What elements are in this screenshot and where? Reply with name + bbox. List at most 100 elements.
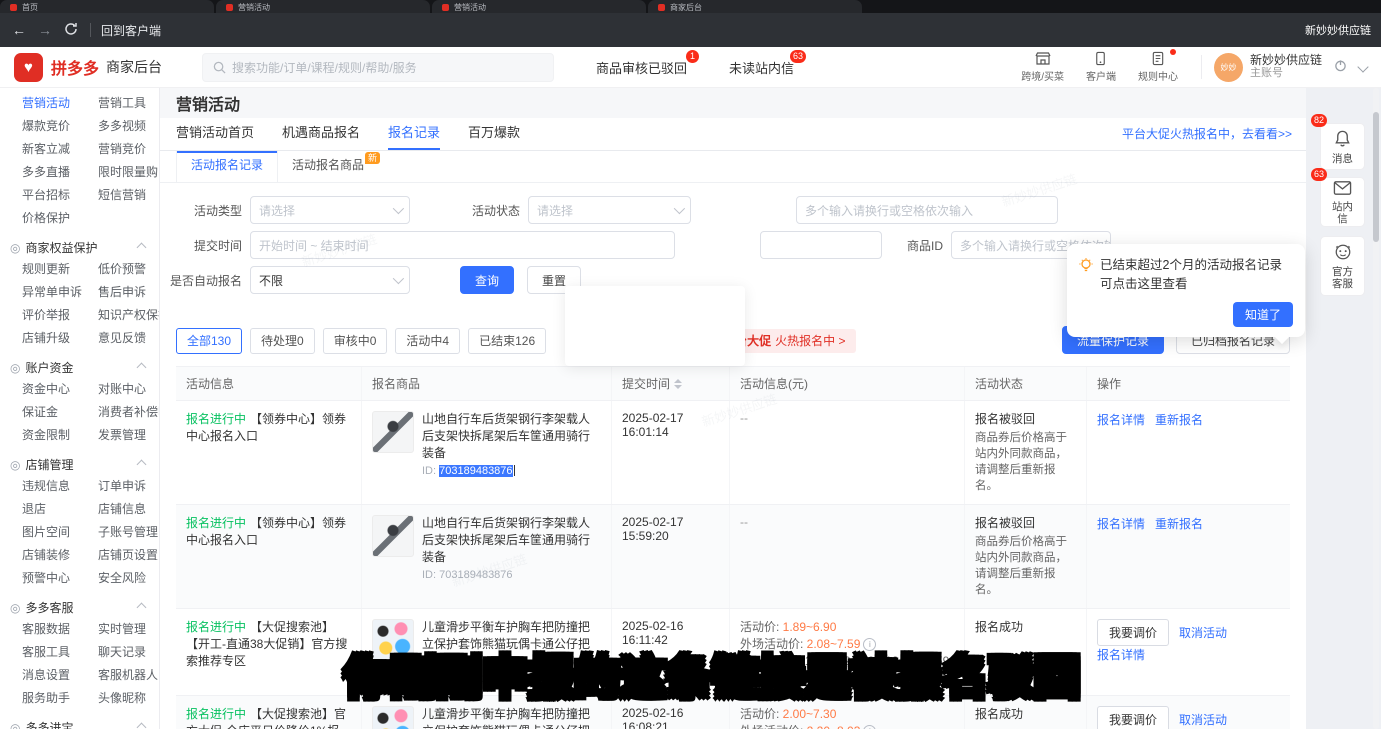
- pinduoduo-logo-icon[interactable]: ♥: [14, 53, 43, 82]
- op-link-报名详情[interactable]: 报名详情: [1097, 413, 1145, 427]
- chevron-up-icon[interactable]: [137, 723, 147, 729]
- op-link-重新报名[interactable]: 重新报名: [1155, 413, 1203, 427]
- sidebar-item-营销竞价[interactable]: 营销竞价: [98, 138, 159, 161]
- sidebar-item-客服工具[interactable]: 客服工具: [22, 641, 98, 664]
- sidebar-item-店铺装修[interactable]: 店铺装修: [22, 544, 98, 567]
- sidebar-item-店铺信息[interactable]: 店铺信息: [98, 498, 159, 521]
- product-thumbnail[interactable]: [372, 515, 414, 557]
- scrollbar-thumb[interactable]: [1373, 112, 1379, 242]
- address-text[interactable]: 回到客户端: [101, 22, 161, 39]
- browser-tab[interactable]: 首页: [0, 0, 214, 13]
- sidebar-item-营销工具[interactable]: 营销工具: [98, 92, 159, 115]
- browser-tab[interactable]: 营销活动: [216, 0, 430, 13]
- pill-待处理0[interactable]: 待处理0: [250, 328, 315, 354]
- sidebar-item-新客立减[interactable]: 新客立减: [22, 138, 98, 161]
- pill-审核中0[interactable]: 审核中0: [323, 328, 388, 354]
- refresh-icon[interactable]: [64, 22, 78, 39]
- sidebar-item-知识产权保护[interactable]: 知识产权保护: [98, 304, 160, 327]
- extra-filter-input[interactable]: [760, 231, 882, 259]
- subtab-活动报名记录[interactable]: 活动报名记录: [176, 151, 278, 182]
- sidebar-item-店铺升级[interactable]: 店铺升级: [22, 327, 98, 350]
- sidebar-item-保证金[interactable]: 保证金: [22, 401, 98, 424]
- sidebar-item-异常单申诉[interactable]: 异常单申诉: [22, 281, 98, 304]
- unread-mail-link[interactable]: 未读站内信 63: [729, 58, 794, 77]
- chevron-up-icon[interactable]: [137, 603, 147, 613]
- sidebar-item-客服机器人[interactable]: 客服机器人: [98, 664, 159, 687]
- sidebar-item-消费者补偿明细[interactable]: 消费者补偿明细: [98, 401, 160, 424]
- pill-全部130[interactable]: 全部130: [176, 328, 242, 354]
- browser-tab[interactable]: 营销活动: [432, 0, 646, 13]
- tab-百万爆款[interactable]: 百万爆款: [468, 118, 520, 150]
- activity-type-select[interactable]: 请选择: [250, 196, 410, 224]
- quick-action-client[interactable]: 客户端: [1086, 51, 1116, 83]
- op-link-报名详情[interactable]: 报名详情: [1097, 517, 1145, 531]
- sidebar-item-售后申诉[interactable]: 售后申诉: [98, 281, 160, 304]
- sidebar-item-订单申诉[interactable]: 订单申诉: [98, 475, 159, 498]
- query-button[interactable]: 查询: [460, 266, 514, 294]
- adjust-price-button[interactable]: 我要调价: [1097, 619, 1169, 646]
- op-link-取消活动[interactable]: 取消活动: [1179, 713, 1227, 727]
- sidebar-item-多多直播[interactable]: 多多直播: [22, 161, 98, 184]
- sidebar-item-消息设置[interactable]: 消息设置: [22, 664, 98, 687]
- pill-已结束126[interactable]: 已结束126: [468, 328, 546, 354]
- quick-action-rules[interactable]: 规则中心: [1138, 51, 1178, 83]
- chevron-down-icon[interactable]: [1357, 61, 1368, 72]
- product-thumbnail[interactable]: [372, 706, 414, 729]
- tab-机遇商品报名[interactable]: 机遇商品报名: [282, 118, 360, 150]
- chevron-up-icon[interactable]: [137, 363, 147, 373]
- activity-status-select[interactable]: 请选择: [528, 196, 691, 224]
- sidebar-item-退店[interactable]: 退店: [22, 498, 98, 521]
- sidebar-item-平台招标[interactable]: 平台招标: [22, 184, 98, 207]
- sidebar-item-对账中心[interactable]: 对账中心: [98, 378, 160, 401]
- sidebar-item-短信营销[interactable]: 短信营销: [98, 184, 159, 207]
- sidebar-item-服务助手[interactable]: 服务助手: [22, 687, 98, 710]
- chevron-up-icon[interactable]: [137, 460, 147, 470]
- sidebar-item-评价举报[interactable]: 评价举报: [22, 304, 98, 327]
- sidebar-item-预警中心[interactable]: 预警中心: [22, 567, 98, 590]
- promo-link[interactable]: 平台大促火热报名中，去看看>>: [1122, 118, 1292, 150]
- op-link-取消活动[interactable]: 取消活动: [1179, 626, 1227, 640]
- sidebar-item-爆款竞价[interactable]: 爆款竞价: [22, 115, 98, 138]
- sidebar-item-价格保护[interactable]: 价格保护: [22, 207, 98, 230]
- sidebar-item-资金限制[interactable]: 资金限制: [22, 424, 98, 447]
- sidebar-item-头像昵称[interactable]: 头像昵称: [98, 687, 159, 710]
- sidebar-item-低价预警[interactable]: 低价预警: [98, 258, 160, 281]
- back-icon[interactable]: ←: [12, 22, 26, 38]
- submit-time-range-input[interactable]: 开始时间 ~ 结束时间: [250, 231, 675, 259]
- rail-card-消息[interactable]: 消息: [1320, 123, 1365, 170]
- tab-报名记录[interactable]: 报名记录: [388, 118, 440, 150]
- tooltip-ok-button[interactable]: 知道了: [1233, 302, 1293, 327]
- subtab-活动报名商品[interactable]: 活动报名商品新: [278, 151, 378, 182]
- power-icon[interactable]: [1334, 59, 1347, 75]
- sidebar-item-资金中心[interactable]: 资金中心: [22, 378, 98, 401]
- sidebar-item-意见反馈[interactable]: 意见反馈: [98, 327, 160, 350]
- activity-id-input[interactable]: 多个输入请换行或空格依次输入: [796, 196, 1058, 224]
- rail-card-站内信[interactable]: 站内 信: [1320, 177, 1365, 227]
- sidebar-item-发票管理[interactable]: 发票管理: [98, 424, 160, 447]
- chevron-up-icon[interactable]: [137, 243, 147, 253]
- quick-action-store[interactable]: 跨境/买菜: [1021, 51, 1064, 83]
- sidebar-item-店铺页设置[interactable]: 店铺页设置: [98, 544, 159, 567]
- rail-card-官方客服[interactable]: 官方 客服: [1320, 236, 1365, 296]
- sidebar-item-违规信息[interactable]: 违规信息: [22, 475, 98, 498]
- pill-活动中4[interactable]: 活动中4: [395, 328, 460, 354]
- sidebar-item-安全风险[interactable]: 安全风险: [98, 567, 159, 590]
- forward-icon[interactable]: →: [38, 22, 52, 38]
- op-link-报名详情[interactable]: 报名详情: [1097, 648, 1145, 662]
- sidebar-item-图片空间[interactable]: 图片空间: [22, 521, 98, 544]
- op-link-重新报名[interactable]: 重新报名: [1155, 517, 1203, 531]
- sidebar-item-实时管理[interactable]: 实时管理: [98, 618, 159, 641]
- avatar[interactable]: 妙妙: [1214, 53, 1243, 82]
- global-search-input[interactable]: 搜索功能/订单/课程/规则/帮助/服务: [202, 53, 554, 82]
- browser-tab[interactable]: 商家后台: [648, 0, 862, 13]
- sidebar-item-子账号管理[interactable]: 子账号管理: [98, 521, 159, 544]
- auto-signup-select[interactable]: 不限: [250, 266, 410, 294]
- adjust-price-button[interactable]: 我要调价: [1097, 706, 1169, 729]
- product-thumbnail[interactable]: [372, 411, 414, 453]
- sidebar-item-营销活动[interactable]: 营销活动: [22, 92, 98, 115]
- tab-营销活动首页[interactable]: 营销活动首页: [176, 118, 254, 150]
- sort-icon[interactable]: [674, 379, 682, 389]
- sidebar-item-聊天记录[interactable]: 聊天记录: [98, 641, 159, 664]
- audit-rejected-link[interactable]: 商品审核已驳回 1: [596, 58, 687, 77]
- sidebar-item-限时限量购[interactable]: 限时限量购: [98, 161, 159, 184]
